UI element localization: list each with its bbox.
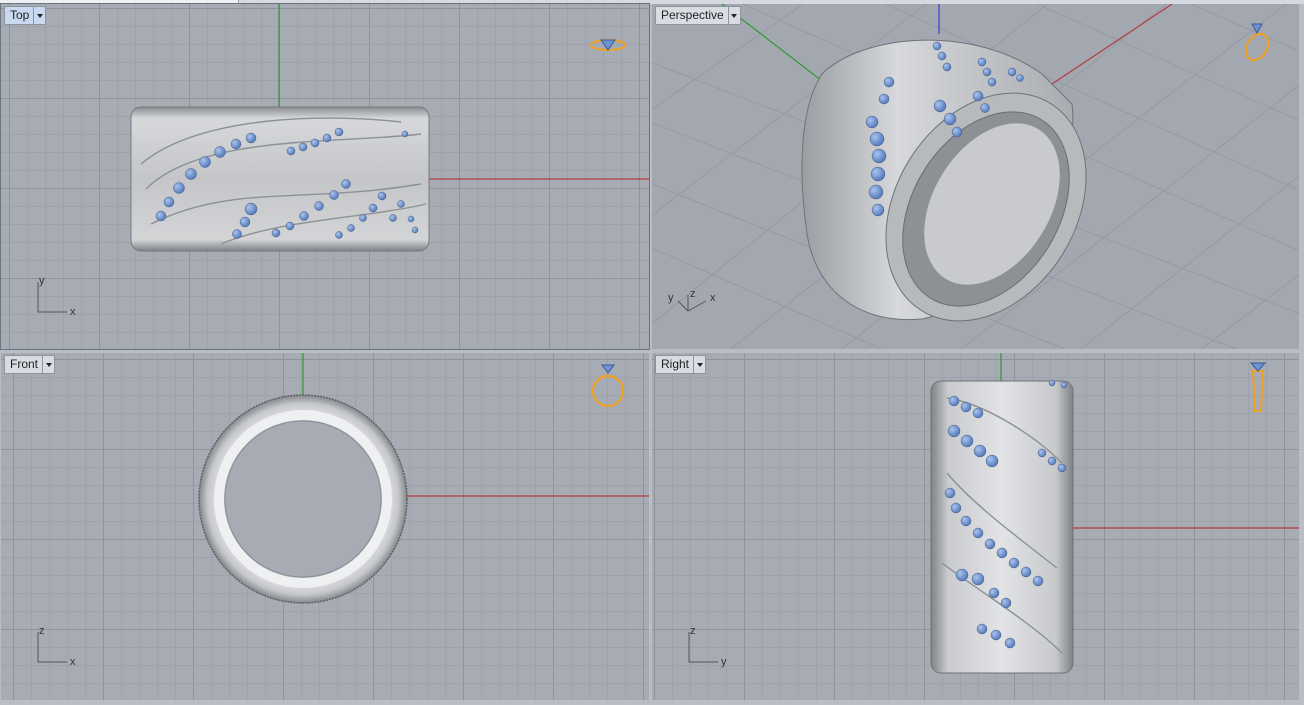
top-view-scene: [130, 4, 649, 252]
chevron-down-icon[interactable]: [727, 7, 740, 24]
viewport-label-front[interactable]: Front: [4, 355, 56, 374]
ring-band-top: [130, 106, 430, 252]
ring-top-view-icon: [588, 32, 628, 61]
tab-stub[interactable]: [148, 0, 239, 3]
viewport-title: Perspective: [661, 8, 724, 22]
right-view-scene: [930, 353, 1299, 674]
axis-label: y: [721, 656, 727, 668]
axis-indicator-perspective: y z x: [666, 289, 726, 319]
perspective-view-scene: [652, 4, 1299, 349]
viewport-title: Top: [10, 8, 30, 22]
axis-label: x: [70, 656, 76, 668]
axis-label: z: [690, 625, 696, 637]
axis-indicator-top: y x: [31, 275, 81, 318]
viewport-perspective[interactable]: Perspective y z x: [652, 4, 1299, 349]
axis-label: z: [690, 288, 696, 300]
axis-label: x: [70, 306, 76, 318]
ring-band-right: [930, 380, 1074, 674]
viewport-label-right[interactable]: Right: [655, 355, 707, 374]
viewport-title: Front: [10, 357, 39, 371]
axis-indicator-front: z x: [31, 625, 81, 668]
viewport-label-perspective[interactable]: Perspective: [655, 6, 741, 25]
axis-indicator-right: z y: [682, 625, 732, 668]
ring-right-view-icon: [1245, 361, 1271, 422]
ring-perspective-view-icon: [1240, 20, 1276, 69]
chevron-down-icon[interactable]: [693, 356, 705, 373]
front-view-scene: [198, 353, 649, 604]
chevron-down-icon[interactable]: [42, 356, 54, 373]
viewport-front[interactable]: Front z x: [1, 353, 649, 700]
viewport-right[interactable]: Right z y: [652, 353, 1299, 700]
tab-stub[interactable]: [48, 0, 149, 3]
chevron-down-icon[interactable]: [33, 7, 45, 24]
axis-label: y: [39, 275, 45, 287]
ring-front-view-icon: [589, 361, 629, 412]
viewport-title: Right: [661, 357, 690, 371]
viewport-top[interactable]: Top y x: [0, 3, 650, 350]
axis-label: x: [710, 292, 716, 304]
axis-label: y: [668, 292, 674, 304]
axis-label: z: [39, 625, 45, 637]
tab-stub[interactable]: [0, 0, 49, 3]
viewport-label-top[interactable]: Top: [4, 6, 47, 25]
